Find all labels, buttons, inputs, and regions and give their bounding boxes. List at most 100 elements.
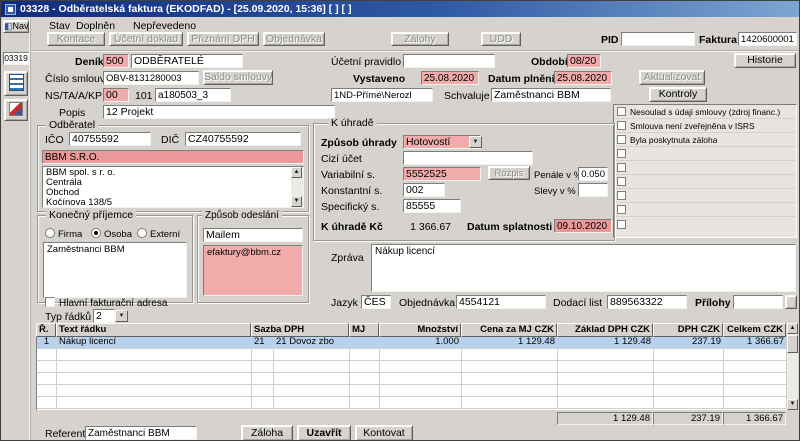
ucetni-doklad-button[interactable]: Účetní doklad (109, 32, 183, 46)
scroll-up-icon[interactable]: ▲ (291, 167, 302, 178)
typ-radku-field[interactable]: 2 (93, 309, 115, 323)
radio-externi[interactable] (137, 228, 147, 238)
datum-plneni-field[interactable]: 25.08.2020 (554, 71, 612, 85)
dic-field[interactable]: CZ40755592 (185, 132, 301, 146)
prijemce-textarea[interactable]: Zaměstnanci BBM (43, 242, 187, 298)
penale-field[interactable]: 0.050 (578, 167, 608, 181)
cell-dph[interactable]: 237.19 (654, 337, 724, 348)
objednavka-field[interactable]: 4554121 (456, 295, 546, 309)
checkbox-empty[interactable] (617, 191, 626, 200)
kontace-button[interactable]: Kontace (47, 32, 105, 46)
col-header-cena[interactable]: Cena za MJ CZK (461, 323, 557, 337)
checkbox-empty[interactable] (617, 177, 626, 186)
col-header-mj[interactable]: MJ (349, 323, 379, 337)
ns-field-1[interactable]: 00 (103, 88, 129, 102)
table-scroll-thumb[interactable] (787, 335, 798, 353)
cell-mj[interactable] (350, 337, 380, 348)
saldo-smlouvy-button[interactable]: Saldo smlouvy (203, 70, 273, 85)
checkbox-empty[interactable] (617, 163, 626, 172)
prilohy-field[interactable] (733, 295, 783, 309)
variabilni-field[interactable]: 5552525 (403, 167, 481, 181)
title-bar[interactable]: 03328 - Odběratelská faktura (EKODFAD) -… (1, 1, 799, 17)
historie-button[interactable]: Historie (734, 53, 796, 68)
cell-cena[interactable]: 1 129.48 (462, 337, 558, 348)
nav-toggle-button[interactable]: ◧Nav (3, 20, 29, 33)
col-header-mnozstvi[interactable]: Množství (379, 323, 461, 337)
table-row-empty[interactable] (37, 373, 787, 385)
radio-externi-label[interactable]: Externí (150, 229, 180, 240)
table-scroll-up-icon[interactable]: ▲ (787, 323, 798, 334)
denik-code-field[interactable]: 500 (103, 54, 129, 68)
cell-text[interactable]: Nákup licencí (57, 337, 252, 348)
odeslani-email-box[interactable]: efaktury@bbm.cz (203, 245, 303, 296)
col-header-dph[interactable]: DPH CZK (653, 323, 723, 337)
table-row-empty[interactable] (37, 397, 787, 409)
cizi-ucet-field[interactable] (403, 151, 533, 165)
ns-field-4[interactable]: 1ND-Přímé\Nerozl (331, 88, 433, 102)
cell-mnozstvi[interactable]: 1.000 (380, 337, 462, 348)
specificky-field[interactable]: 85555 (403, 199, 461, 213)
table-row-empty[interactable] (37, 349, 787, 361)
radio-osoba-label[interactable]: Osoba (104, 229, 132, 240)
cislo-smlouvy-field[interactable]: OBV-8131280003 (103, 71, 199, 85)
checkbox-nesoulad[interactable] (617, 107, 626, 116)
col-header-sazba[interactable]: Sazba DPH (251, 323, 349, 337)
ico-field[interactable]: 40755592 (69, 132, 151, 146)
checkbox-hlavni-adresa[interactable] (45, 297, 55, 307)
zprava-textarea[interactable]: Nákup licencí (371, 244, 796, 292)
odeslani-method-field[interactable]: Mailem (203, 228, 303, 242)
zaloha-button[interactable]: Záloha (241, 425, 293, 440)
radio-firma-label[interactable]: Firma (58, 229, 82, 240)
objednavka-button[interactable]: Objednávka (263, 32, 325, 46)
table-scroll-down-icon[interactable]: ▼ (787, 399, 798, 410)
priznani-dph-button[interactable]: Přiznání DPH (187, 32, 259, 46)
radio-osoba[interactable] (91, 228, 101, 238)
datum-splatnosti-field[interactable]: 09.10.2020 (554, 219, 612, 233)
table-row-empty[interactable] (37, 361, 787, 373)
uzavrit-button[interactable]: Uzavřít (297, 425, 351, 440)
faktura-number-field[interactable]: 1420600001 (738, 32, 797, 46)
slevy-field[interactable] (578, 183, 608, 197)
vystaveno-field[interactable]: 25.08.2020 (421, 71, 479, 85)
ns-field-3[interactable]: a180503_3 (155, 88, 231, 102)
checkbox-empty[interactable] (617, 205, 626, 214)
checkbox-zaloha[interactable] (617, 135, 626, 144)
rozpis-button[interactable]: Rozpis (488, 166, 530, 180)
konstantni-field[interactable]: 002 (403, 183, 445, 197)
popis-field[interactable]: 12 Projekt (103, 105, 335, 119)
referent-field[interactable]: Zaměstnanci BBM (85, 426, 197, 440)
col-header-radek[interactable]: Ř. (36, 323, 56, 337)
checkbox-smlouva-isrs[interactable] (617, 121, 626, 130)
denik-name-field[interactable]: ODBĚRATELÉ (131, 54, 243, 68)
obdobi-field[interactable]: 08/20 (567, 54, 601, 68)
cell-sazba-code[interactable]: 21 (252, 337, 274, 348)
col-header-zaklad[interactable]: Základ DPH CZK (557, 323, 653, 337)
cell-num[interactable]: 1 (37, 337, 57, 348)
kontovat-button[interactable]: Kontovat (355, 425, 413, 440)
col-header-celkem[interactable]: Celkem CZK (723, 323, 786, 337)
schvaluje-field[interactable]: Zaměstnanci BBM (491, 88, 611, 102)
aktualizovat-button[interactable]: Aktualizovat (639, 70, 705, 85)
col-header-text[interactable]: Text řádku (56, 323, 251, 337)
pid-input[interactable] (621, 32, 695, 46)
cell-zaklad[interactable]: 1 129.48 (558, 337, 654, 348)
udd-button[interactable]: UDD (481, 32, 521, 46)
zalohy-button[interactable]: Zálohy (391, 32, 449, 46)
payment-method-dropdown-icon[interactable]: ▼ (469, 136, 482, 148)
hlavni-adresa-label[interactable]: Hlavní fakturační adresa (59, 298, 167, 309)
radio-firma[interactable] (45, 228, 55, 238)
menu-stav[interactable]: Stav (49, 21, 70, 32)
checkbox-empty[interactable] (617, 149, 626, 158)
sidebar-icon-bps[interactable] (4, 71, 28, 96)
cell-sazba-name[interactable]: 21 Dovoz zbo (274, 337, 350, 348)
jazyk-field[interactable]: ČES (361, 295, 391, 309)
dodaci-list-field[interactable]: 889563322 (607, 295, 687, 309)
prilohy-browse-button[interactable] (785, 295, 797, 309)
checkbox-empty[interactable] (617, 219, 626, 229)
table-row-1[interactable]: 1 Nákup licencí 21 21 Dovoz zbo 1.000 1 … (37, 337, 787, 349)
ucetni-pravidlo-field[interactable] (403, 54, 495, 68)
cell-celkem[interactable]: 1 366.67 (724, 337, 787, 348)
table-row-empty[interactable] (37, 385, 787, 397)
typ-radku-dropdown-icon[interactable]: ▼ (115, 310, 128, 322)
customer-address-box[interactable]: BBM spol. s r. o. Centrála Obchod Kočíno… (42, 166, 304, 208)
